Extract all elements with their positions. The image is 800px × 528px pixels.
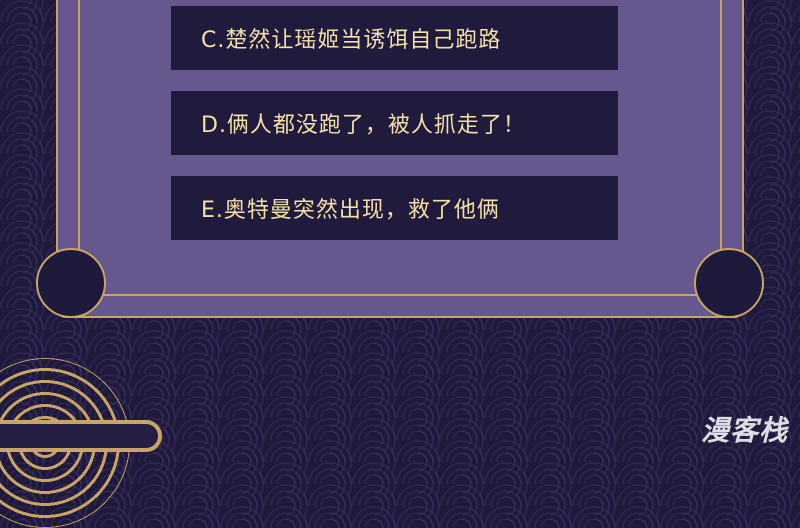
option-c-text: C.楚然让瑶姬当诱饵自己跑路 [201,28,502,53]
option-e-text: E.奥特曼突然出现，救了他俩 [201,198,500,223]
decorative-bar [0,420,162,452]
panel-corner-right [694,248,764,318]
watermark-logo: 漫客栈 [700,414,788,447]
option-c[interactable]: C.楚然让瑶姬当诱饵自己跑路 [171,6,618,70]
option-d[interactable]: D.俩人都没跑了，被人抓走了！ [171,91,618,155]
option-d-text: D.俩人都没跑了，被人抓走了！ [201,113,526,138]
option-e[interactable]: E.奥特曼突然出现，救了他俩 [171,176,618,240]
panel-corner-left [36,248,106,318]
